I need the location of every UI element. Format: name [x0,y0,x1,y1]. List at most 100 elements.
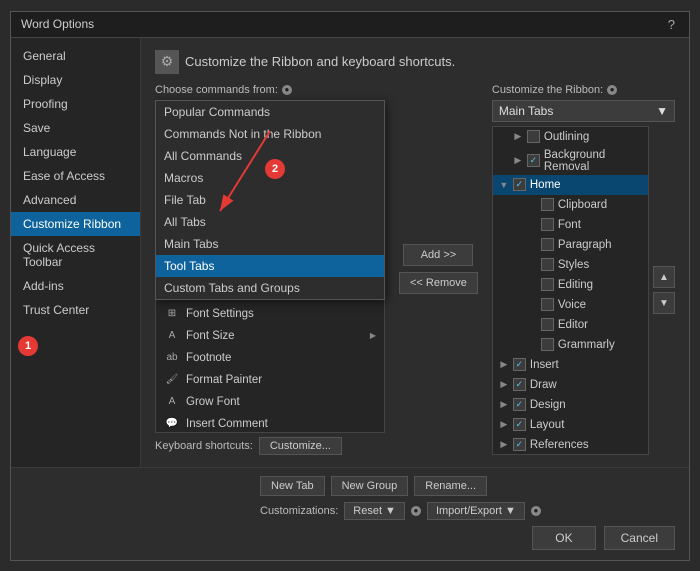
sidebar-item-language[interactable]: Language [11,140,140,164]
tree-checkbox-clipboard[interactable] [541,198,554,211]
tree-item-insert[interactable]: ▶ Insert [493,355,648,375]
tree-checkbox-design[interactable] [513,398,526,411]
tree-item-layout[interactable]: ▶Layout [493,415,648,435]
tree-item-outlining[interactable]: ▶Outlining [493,127,648,147]
sidebar-item-display[interactable]: Display [11,68,140,92]
dropdown-option-file-tab[interactable]: File Tab [156,189,384,211]
sidebar-item-advanced[interactable]: Advanced [11,188,140,212]
tree-expand-bg-removal: ▶ [511,154,525,168]
sidebar-item-general[interactable]: General [11,44,140,68]
dropdown-option-popular-commands[interactable]: Popular Commands [156,101,384,123]
customize-keyboard-button[interactable]: Customize... [259,437,342,455]
move-down-button[interactable]: ▼ [653,292,675,314]
dropdown-option-commands-not-in-the-ribbon[interactable]: Commands Not in the Ribbon [156,123,384,145]
tree-checkbox-insert[interactable] [513,358,526,371]
tree-checkbox-draw[interactable] [513,378,526,391]
tree-item-draw[interactable]: ▶Draw [493,375,648,395]
tree-label-insert: Insert [530,359,644,371]
sidebar-item-ease-of-access[interactable]: Ease of Access [11,164,140,188]
tree-expand-clipboard [525,198,539,212]
tree-item-clipboard[interactable]: Clipboard [493,195,648,215]
tree-expand-grammarly [525,338,539,352]
tree-item-styles[interactable]: Styles [493,255,648,275]
add-button[interactable]: Add >> [403,244,473,266]
cmd-item-format-painter[interactable]: 🖌Format Painter [156,369,384,391]
cmd-label-font-settings: Font Settings [186,308,254,320]
left-panel-label: Choose commands from: ● [155,84,385,96]
left-info-dot: ● [282,85,292,95]
reset-button[interactable]: Reset ▼ [344,502,405,520]
cmd-label-footnote: Footnote [186,352,231,364]
tree-item-paragraph[interactable]: Paragraph [493,235,648,255]
cmd-label-format-painter: Format Painter [186,374,262,386]
tree-checkbox-outlining[interactable] [527,130,540,143]
up-down-buttons: ▲ ▼ [649,126,675,455]
tree-label-design: Design [530,399,644,411]
tree-label-voice: Voice [558,299,644,311]
tree-checkbox-styles[interactable] [541,258,554,271]
tree-checkbox-bg-removal[interactable] [527,154,540,167]
bottom-row3: OK Cancel [25,526,675,550]
tree-expand-insert: ▶ [497,358,511,372]
tree-label-references: References [530,439,644,451]
sidebar-item-save[interactable]: Save [11,116,140,140]
tree-item-bg-removal[interactable]: ▶Background Removal [493,147,648,175]
sidebar-item-quick-access-toolbar[interactable]: Quick Access Toolbar [11,236,140,274]
left-panel: Choose commands from: ● Popular Commands… [155,84,385,455]
cmd-item-insert-comment[interactable]: 💬Insert Comment [156,413,384,433]
sidebar: GeneralDisplayProofingSaveLanguageEase o… [11,38,141,467]
annotation-badge-2: 2 [265,159,285,179]
ribbon-tree[interactable]: ▶Outlining▶Background Removal▼HomeClipbo… [492,126,649,455]
tree-checkbox-editing[interactable] [541,278,554,291]
tree-label-editor: Editor [558,319,644,331]
tree-item-editor[interactable]: Editor [493,315,648,335]
cmd-icon-footnote: ab [164,350,180,366]
commands-dropdown-list: Popular CommandsCommands Not in the Ribb… [155,100,385,300]
cmd-item-grow-font[interactable]: AGrow Font [156,391,384,413]
tree-item-design[interactable]: ▶ Design [493,395,648,415]
cmd-item-footnote[interactable]: ab Footnote [156,347,384,369]
dropdown-option-tool-tabs[interactable]: Tool Tabs [156,255,384,277]
tree-item-home[interactable]: ▼Home [493,175,648,195]
tree-expand-draw: ▶ [497,378,511,392]
ribbon-dropdown[interactable]: Main Tabs ▼ [492,100,675,122]
cancel-button[interactable]: Cancel [604,526,675,550]
cmd-label-insert-comment: Insert Comment [186,418,268,430]
tree-expand-references: ▶ [497,438,511,452]
tree-expand-design: ▶ [497,398,511,412]
tree-item-voice[interactable]: Voice [493,295,648,315]
help-button[interactable]: ? [664,17,679,32]
tree-item-grammarly[interactable]: Grammarly [493,335,648,355]
tree-checkbox-paragraph[interactable] [541,238,554,251]
rename-button[interactable]: Rename... [414,476,487,496]
import-export-button[interactable]: Import/Export ▼ [427,502,525,520]
cmd-item-font-settings[interactable]: ⊞Font Settings [156,303,384,325]
sidebar-item-proofing[interactable]: Proofing [11,92,140,116]
annotation-badge-1: 1 [18,336,38,356]
remove-button[interactable]: << Remove [399,272,478,294]
sidebar-item-add-ins[interactable]: Add-ins [11,274,140,298]
dropdown-option-all-tabs[interactable]: All Tabs [156,211,384,233]
tree-checkbox-editor[interactable] [541,318,554,331]
reset-info-dot: ● [411,506,421,516]
tree-checkbox-layout[interactable] [513,418,526,431]
sidebar-item-customize-ribbon[interactable]: Customize Ribbon [11,212,140,236]
tree-checkbox-grammarly[interactable] [541,338,554,351]
move-up-button[interactable]: ▲ [653,266,675,288]
tree-item-editing[interactable]: Editing [493,275,648,295]
cmd-item-font-size[interactable]: AFont Size [156,325,384,347]
tree-checkbox-references[interactable] [513,438,526,451]
tree-item-references[interactable]: ▶ References [493,435,648,455]
dropdown-option-main-tabs[interactable]: Main Tabs [156,233,384,255]
new-tab-button[interactable]: New Tab [260,476,325,496]
tree-item-font[interactable]: Font [493,215,648,235]
new-group-button[interactable]: New Group [331,476,409,496]
sidebar-item-trust-center[interactable]: Trust Center [11,298,140,322]
bottom-row2: Customizations: Reset ▼ ● Import/Export … [260,502,675,520]
ok-button[interactable]: OK [532,526,595,550]
tree-checkbox-font[interactable] [541,218,554,231]
tree-checkbox-home[interactable] [513,178,526,191]
import-export-info-dot: ● [531,506,541,516]
tree-checkbox-voice[interactable] [541,298,554,311]
dropdown-option-custom-tabs-and-groups[interactable]: Custom Tabs and Groups [156,277,384,299]
